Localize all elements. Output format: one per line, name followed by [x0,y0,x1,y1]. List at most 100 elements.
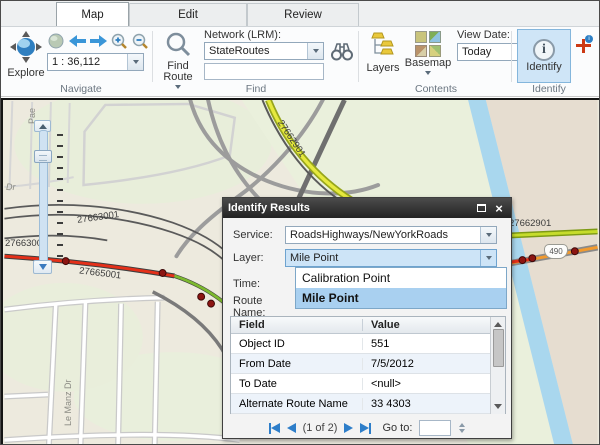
service-combo[interactable]: RoadsHighways/NewYorkRoads [285,226,497,244]
group-separator [511,31,512,82]
cell-field: From Date [231,358,363,370]
dropdown-item-label: Mile Point [302,291,359,305]
pagination-bar: (1 of 2) Go to: [223,418,511,438]
goto-spinner[interactable] [459,423,465,433]
dialog-title-bar[interactable]: Identify Results × [223,198,511,218]
identify-route-tool-icon[interactable]: i [575,35,593,55]
dropdown-item-mile-point[interactable]: Mile Point [296,288,506,308]
identify-info-glyph: i [542,42,546,58]
layer-dropdown-list: Calibration Point Mile Point [295,267,507,309]
map-scale-value: 1 : 36,112 [48,54,127,70]
layer-combo[interactable]: Mile Point [285,249,497,267]
scroll-down-icon[interactable] [494,404,502,409]
zoom-out-icon[interactable] [131,32,149,50]
identify-info-icon: i [533,39,555,61]
group-label-identify: Identify [499,83,599,95]
column-header-field: Field [231,319,363,331]
last-page-bar [369,423,371,434]
map-scale-combo[interactable]: 1 : 36,112 [47,53,144,71]
group-separator [152,31,153,82]
dropdown-item-calibration-point[interactable]: Calibration Point [296,268,506,288]
street-label-le-manz-dr: Le Manz Dr [63,362,73,426]
dropdown-item-label: Calibration Point [302,271,390,285]
table-row[interactable]: Alternate Route Name 33 4303 [231,394,490,414]
network-lrm-label: Network (LRM): [204,29,281,41]
dialog-title: Identify Results [228,202,470,214]
group-label-contents: Contents [386,83,486,95]
find-route-label: Find Route [161,61,195,83]
group-separator [358,31,359,82]
first-page-button[interactable] [269,423,280,434]
route-label-27662901: 27662901 [509,218,551,229]
basemap-button[interactable]: Basemap [405,31,451,75]
binoculars-search-icon[interactable] [331,43,353,64]
group-label-navigate: Navigate [31,83,131,95]
last-page-button[interactable] [360,423,371,434]
basemap-tile [429,31,441,43]
group-label-find: Find [206,83,306,95]
app-window: Map Edit Review Explore [0,0,600,445]
find-route-magnifier-icon [165,31,191,60]
zoom-in-icon[interactable] [110,32,128,50]
next-page-button[interactable] [344,423,353,433]
layer-value: Mile Point [286,250,480,266]
chevron-down-icon [425,71,431,75]
table-row[interactable]: To Date <null> [231,374,490,394]
chevron-down-icon [486,233,492,237]
route-search-input[interactable] [204,63,324,80]
table-row[interactable]: From Date 7/5/2012 [231,354,490,374]
layer-dropdown-button[interactable] [480,250,496,266]
service-label: Service: [223,229,285,241]
info-badge-icon: i [585,35,593,43]
identify-button-label: Identify [526,62,561,73]
table-scrollbar[interactable] [490,317,505,414]
map-scale-dropdown-button[interactable] [127,54,143,70]
maximize-button[interactable] [474,202,488,215]
close-button[interactable]: × [492,202,506,215]
next-extent-arrow-icon[interactable] [89,32,107,50]
triangle-up-icon [39,124,47,129]
view-date-value: Today [458,44,522,60]
previous-page-button[interactable] [287,423,296,433]
cell-value: 7/5/2012 [363,358,490,370]
cell-field: To Date [231,378,363,390]
explore-orb-icon [9,30,43,67]
scroll-up-icon[interactable] [494,322,502,327]
ribbon-tab-bar: Map Edit Review [1,1,599,27]
cell-field: Object ID [231,338,363,350]
spinner-down-icon[interactable] [459,429,465,433]
triangle-down-icon [39,264,47,270]
find-route-button[interactable]: Find Route [157,31,199,89]
full-extent-globe-icon[interactable] [47,32,65,50]
cell-value: <null> [363,378,490,390]
scrollbar-thumb[interactable] [493,329,504,367]
chevron-down-icon [175,85,181,89]
cell-value: 551 [363,338,490,350]
time-label: Time: [223,278,285,290]
tab-edit[interactable]: Edit [129,3,247,26]
triangle-right-icon [344,423,353,433]
triangle-left-icon [287,423,296,433]
goto-page-input[interactable] [419,420,451,436]
table-row[interactable]: Object ID 551 [231,334,490,354]
cell-field: Alternate Route Name [231,398,363,410]
previous-extent-arrow-icon[interactable] [68,32,86,50]
zoom-slider-handle[interactable] [34,150,52,163]
identify-button[interactable]: i Identify [517,29,571,83]
tab-map[interactable]: Map [56,2,129,26]
spinner-up-icon[interactable] [459,423,465,427]
tab-review[interactable]: Review [247,3,359,26]
table-header-row: Field Value [231,317,490,334]
view-date-label: View Date: [457,29,510,41]
identify-results-dialog: Identify Results × Service: RoadsHighway… [222,197,512,439]
explore-button[interactable]: Explore [6,30,46,79]
maximize-icon [477,204,486,212]
chevron-down-icon [133,60,139,64]
network-lrm-dropdown-button[interactable] [307,43,323,59]
tab-review-label: Review [284,9,322,21]
network-lrm-combo[interactable]: StateRoutes [204,42,324,60]
cell-value: 33 4303 [363,398,490,410]
layers-button[interactable]: Layers [363,31,403,74]
service-dropdown-button[interactable] [480,227,496,243]
zoom-slider-down-button[interactable] [33,260,52,274]
